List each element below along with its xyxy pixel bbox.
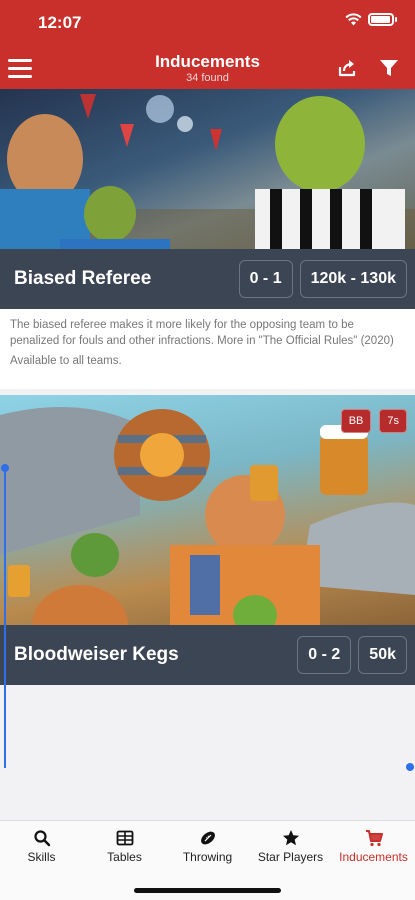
tab-label: Throwing xyxy=(182,850,233,864)
tab-label: Inducements xyxy=(339,850,408,864)
share-icon[interactable] xyxy=(335,56,359,80)
battery-icon xyxy=(368,13,394,26)
quantity-range: 0 - 2 xyxy=(297,636,352,674)
status-icons xyxy=(345,13,397,26)
cart-icon xyxy=(365,830,383,847)
card-image: BB 7s Bloodweiser Kegs 0 - 2 50k xyxy=(0,395,415,685)
wifi-icon xyxy=(345,13,362,26)
inducement-card[interactable]: 81 Biased Referee 0 - 1 120k - 130k The … xyxy=(0,89,415,389)
badge-bb: BB xyxy=(340,409,372,433)
tab-label: Star Players xyxy=(257,850,324,864)
card-title: Bloodweiser Kegs xyxy=(14,644,179,665)
filter-icon[interactable] xyxy=(377,56,401,80)
inducement-card[interactable]: BB 7s Bloodweiser Kegs 0 - 2 50k xyxy=(0,395,415,685)
status-time: 12:07 xyxy=(38,13,82,32)
football-icon xyxy=(200,831,215,845)
star-icon xyxy=(282,830,299,846)
tab-inducements[interactable]: Inducements xyxy=(332,821,415,900)
tab-label: Skills xyxy=(27,850,56,864)
card-title-bar: Biased Referee 0 - 1 120k - 130k xyxy=(0,249,415,309)
selection-handle-top[interactable] xyxy=(1,464,9,472)
tab-skills[interactable]: Skills xyxy=(0,821,83,900)
card-title: Biased Referee xyxy=(14,268,152,289)
selection-edge xyxy=(4,468,6,768)
edition-badges: BB 7s xyxy=(340,409,407,433)
app-header: 12:07 Inducements 34 found xyxy=(0,0,415,89)
card-description: The biased referee makes it more likely … xyxy=(0,309,415,389)
table-icon xyxy=(116,830,133,846)
description-text: The biased referee makes it more likely … xyxy=(10,319,394,347)
nav-bar: Inducements 34 found xyxy=(0,48,415,88)
card-image: 81 Biased Referee 0 - 1 120k - 130k xyxy=(0,89,415,309)
home-indicator xyxy=(134,888,281,893)
availability-text: Available to all teams. xyxy=(10,355,122,367)
quantity-range: 0 - 1 xyxy=(238,260,293,298)
inducement-list[interactable]: 81 Biased Referee 0 - 1 120k - 130k The … xyxy=(0,89,415,820)
badge-7s: 7s xyxy=(379,409,407,433)
cost-range: 120k - 130k xyxy=(299,260,407,298)
search-icon xyxy=(33,830,50,847)
cost-range: 50k xyxy=(358,636,407,674)
tab-label: Tables xyxy=(107,850,142,864)
card-title-bar: Bloodweiser Kegs 0 - 2 50k xyxy=(0,625,415,685)
selection-handle-bottom[interactable] xyxy=(406,763,414,771)
